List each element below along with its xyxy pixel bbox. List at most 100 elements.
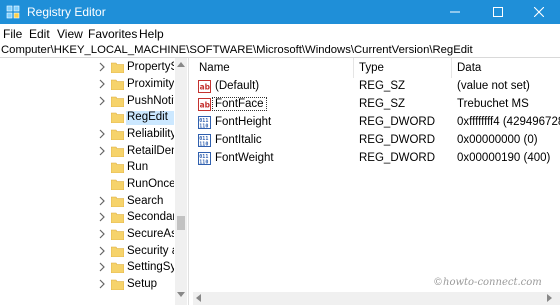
- folder-icon: [111, 146, 124, 157]
- column-header-name[interactable]: Name: [199, 62, 230, 74]
- value-type: REG_DWORD: [359, 134, 436, 146]
- column-header-data[interactable]: Data: [457, 62, 481, 74]
- close-icon: [534, 7, 544, 17]
- address-bar[interactable]: Computer\HKEY_LOCAL_MACHINE\SOFTWARE\Mic…: [0, 42, 560, 58]
- tree-item-label[interactable]: Proximity: [126, 78, 174, 92]
- chevron-right-icon[interactable]: [97, 245, 107, 257]
- value-name[interactable]: FontWeight: [213, 152, 276, 164]
- string-value-icon: ab: [198, 80, 211, 93]
- chevron-right-icon[interactable]: [97, 61, 107, 73]
- tree-item[interactable]: RunOnce: [0, 176, 175, 193]
- tree-item[interactable]: Secondary: [0, 209, 175, 226]
- column-divider[interactable]: [451, 58, 452, 78]
- column-divider[interactable]: [353, 58, 354, 78]
- chevron-right-icon[interactable]: [97, 195, 107, 207]
- tree-item-selected[interactable]: RegEdit: [0, 109, 175, 126]
- values-list-pane[interactable]: Name Type Data ab (Default) REG_SZ (valu…: [193, 58, 560, 305]
- folder-icon: [111, 196, 124, 207]
- chevron-right-icon[interactable]: [97, 128, 107, 140]
- chevron-right-icon[interactable]: [97, 78, 107, 90]
- column-headers: Name Type Data: [193, 58, 560, 78]
- tree-item[interactable]: Search: [0, 193, 175, 210]
- tree-item[interactable]: Setup: [0, 276, 175, 293]
- value-name[interactable]: FontItalic: [213, 134, 264, 146]
- svg-text:ab: ab: [200, 100, 211, 109]
- folder-icon: [111, 279, 124, 290]
- dword-value-icon: 011110: [198, 134, 211, 147]
- chevron-right-icon[interactable]: [97, 95, 107, 107]
- scroll-up-arrow-icon[interactable]: [177, 61, 185, 67]
- tree-item-label[interactable]: PropertySy: [126, 61, 174, 75]
- value-name[interactable]: FontFace: [212, 97, 267, 111]
- tree-item-label[interactable]: RunOnce: [126, 178, 174, 192]
- scroll-down-arrow-icon[interactable]: [177, 292, 185, 298]
- tree-item[interactable]: Run: [0, 159, 175, 176]
- tree-item-label[interactable]: Secondary: [126, 211, 174, 225]
- tree-item-label[interactable]: SecureAss: [126, 228, 174, 242]
- chevron-right-icon[interactable]: [97, 228, 107, 240]
- values-horizontal-scrollbar[interactable]: [193, 292, 560, 305]
- chevron-right-icon[interactable]: [97, 145, 107, 157]
- dword-value-icon: 011110: [198, 152, 211, 165]
- folder-icon: [111, 212, 124, 223]
- watermark: ©howto-connect.com: [433, 277, 542, 288]
- maximize-button[interactable]: [477, 0, 519, 24]
- chevron-right-icon[interactable]: [97, 211, 107, 223]
- tree-item-label[interactable]: Security a: [126, 245, 174, 259]
- tree-item[interactable]: Reliability: [0, 126, 175, 143]
- tree-item-label[interactable]: SettingSyn: [126, 261, 174, 275]
- menu-help[interactable]: Help: [139, 27, 164, 41]
- menu-edit[interactable]: Edit: [29, 27, 50, 41]
- key-tree-pane[interactable]: PropertySy Proximity PushNotifi RegEdit …: [0, 58, 188, 305]
- tree-item[interactable]: PropertySy: [0, 59, 175, 76]
- value-row[interactable]: 011 110 FontItalic REG_DWORD 0x00000000 (…: [193, 132, 560, 150]
- value-data: 0xffffffff4 (4294967284): [457, 116, 560, 128]
- value-row[interactable]: 011 110 FontWeight REG_DWORD 0x00000190 (…: [193, 150, 560, 168]
- tree-vertical-scrollbar[interactable]: [175, 58, 187, 305]
- value-name[interactable]: FontHeight: [213, 116, 273, 128]
- value-name[interactable]: (Default): [213, 80, 261, 92]
- svg-text:110: 110: [199, 160, 208, 166]
- value-type: REG_SZ: [359, 98, 406, 110]
- value-type: REG_DWORD: [359, 116, 436, 128]
- menu-favorites[interactable]: Favorites: [88, 27, 137, 41]
- tree-item-label[interactable]: RetailDem: [126, 145, 174, 159]
- folder-icon: [111, 262, 124, 273]
- value-row[interactable]: ab (Default) REG_SZ (value not set): [193, 78, 560, 96]
- folder-icon: [111, 246, 124, 257]
- window-title: Registry Editor: [27, 5, 106, 19]
- value-data: Trebuchet MS: [457, 98, 529, 110]
- close-button[interactable]: [518, 0, 560, 24]
- tree-item[interactable]: SettingSyn: [0, 259, 175, 276]
- menu-view[interactable]: View: [57, 27, 83, 41]
- svg-text:110: 110: [199, 124, 208, 130]
- tree-item-label[interactable]: Reliability: [126, 128, 174, 142]
- value-type: REG_DWORD: [359, 152, 436, 164]
- tree-item[interactable]: Proximity: [0, 76, 175, 93]
- minimize-button[interactable]: [434, 0, 476, 24]
- menu-file[interactable]: File: [3, 27, 22, 41]
- folder-icon: [111, 62, 124, 73]
- tree-item[interactable]: Security a: [0, 243, 175, 260]
- scroll-right-arrow-icon[interactable]: [547, 294, 553, 302]
- menu-bar: File Edit View Favorites Help: [0, 24, 560, 42]
- pane-splitter[interactable]: [188, 58, 192, 305]
- tree-item-label[interactable]: RegEdit: [126, 111, 174, 125]
- tree-item-label[interactable]: PushNotifi: [126, 95, 174, 109]
- scrollbar-thumb[interactable]: [177, 216, 185, 230]
- value-row[interactable]: 011 110 FontHeight REG_DWORD 0xffffffff4 …: [193, 114, 560, 132]
- tree-item-label[interactable]: Run: [126, 161, 174, 175]
- column-header-type[interactable]: Type: [359, 62, 384, 74]
- chevron-right-icon[interactable]: [97, 278, 107, 290]
- tree-item-label[interactable]: Search: [126, 195, 174, 209]
- value-row-focused[interactable]: ab FontFace REG_SZ Trebuchet MS: [193, 96, 560, 114]
- tree-item-label[interactable]: Setup: [126, 278, 174, 292]
- tree-item[interactable]: SecureAss: [0, 226, 175, 243]
- tree-item[interactable]: PushNotifi: [0, 93, 175, 110]
- tree-item[interactable]: RetailDem: [0, 143, 175, 160]
- value-type: REG_SZ: [359, 80, 406, 92]
- scroll-left-arrow-icon[interactable]: [195, 294, 201, 302]
- chevron-right-icon[interactable]: [97, 261, 107, 273]
- folder-icon: [111, 129, 124, 140]
- address-path[interactable]: Computer\HKEY_LOCAL_MACHINE\SOFTWARE\Mic…: [1, 44, 473, 56]
